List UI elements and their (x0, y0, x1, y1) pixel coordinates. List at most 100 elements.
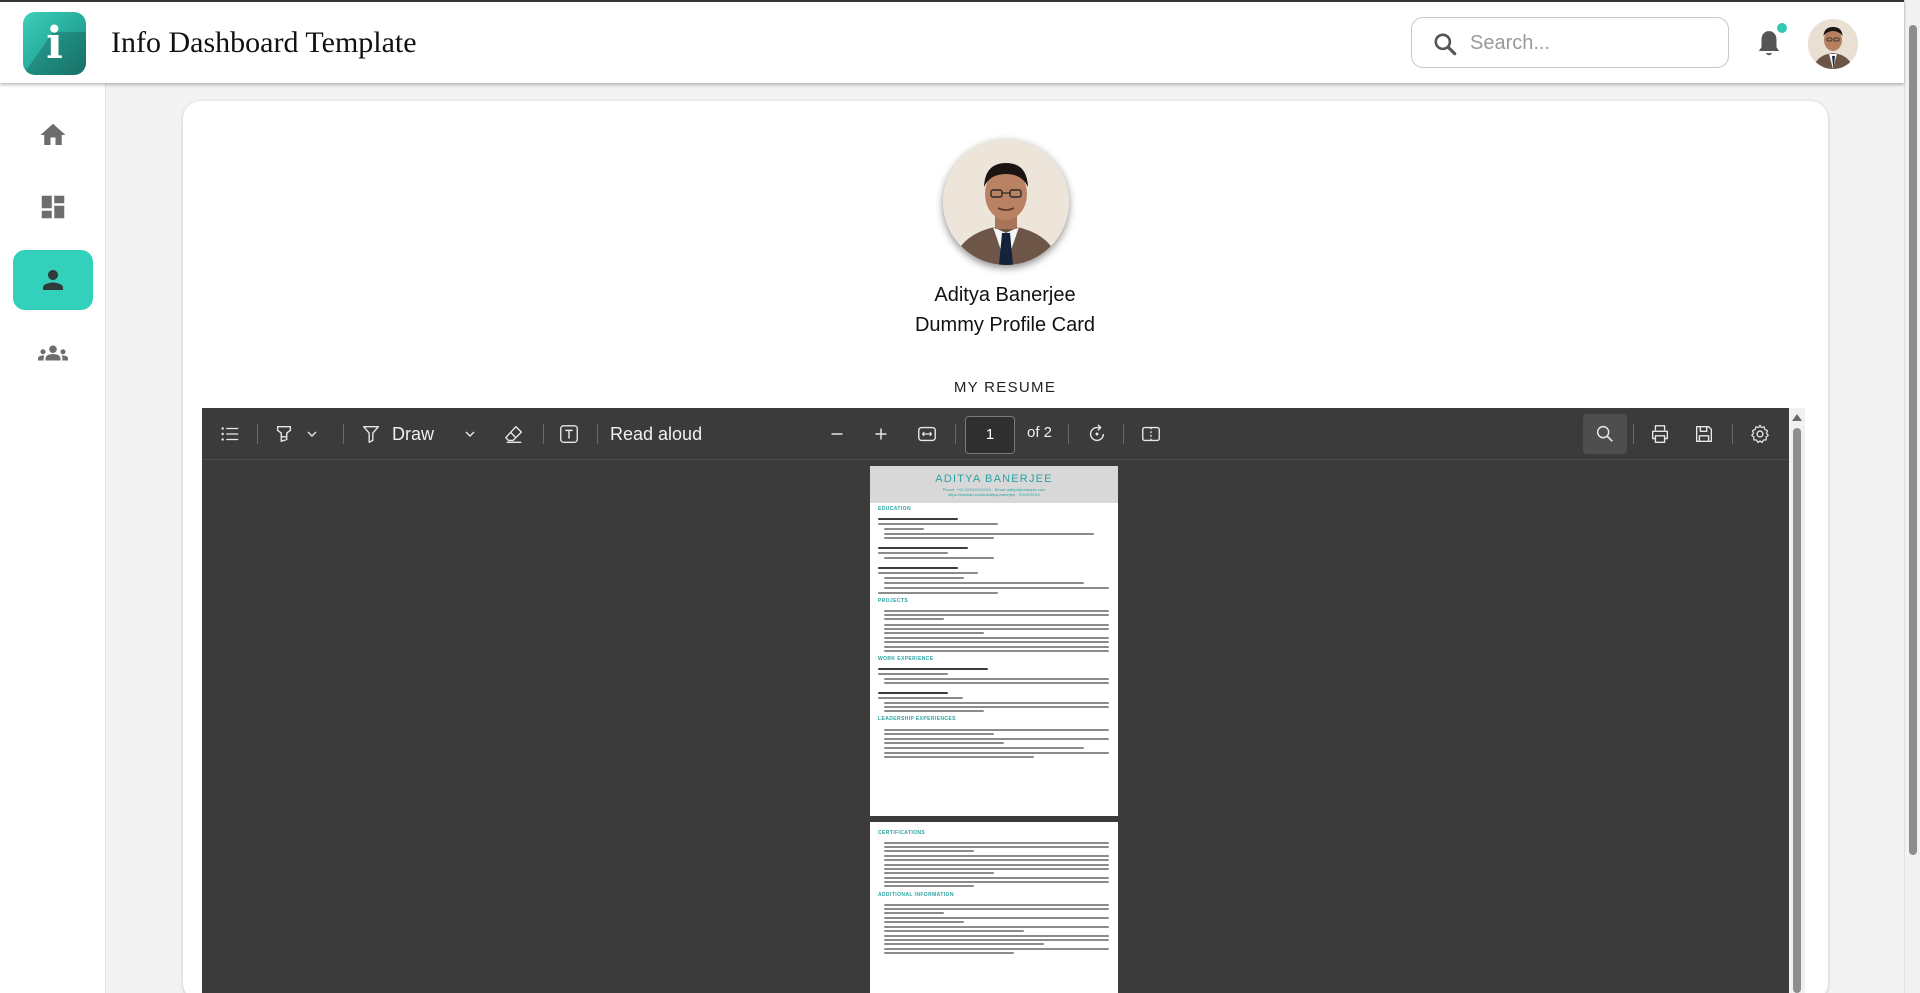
resume-section-title: WORK EXPERIENCE (878, 656, 934, 662)
app-title: Info Dashboard Template (111, 26, 417, 59)
toolbar-separator (1633, 424, 1634, 444)
text-line (878, 673, 948, 675)
text-line (884, 628, 1109, 630)
profile-photo (943, 139, 1069, 265)
text-line (884, 885, 974, 887)
text-line (878, 668, 988, 670)
sidebar (0, 83, 106, 993)
pdf-viewer-scrollbar-thumb[interactable] (1793, 428, 1801, 993)
rotate-button[interactable] (1079, 408, 1115, 460)
erase-button[interactable] (496, 408, 532, 460)
chevron-down-icon (307, 431, 317, 437)
toolbar-separator (955, 424, 956, 444)
resume-section-title: ADDITIONAL INFORMATION (878, 892, 954, 898)
pdf-viewer-scrollbar[interactable] (1789, 408, 1805, 993)
print-button[interactable] (1642, 408, 1678, 460)
zoom-in-button[interactable] (863, 408, 899, 460)
text-line (884, 952, 1014, 954)
home-icon (40, 123, 66, 145)
page-scrollbar[interactable] (1904, 0, 1920, 993)
search-box[interactable] (1411, 17, 1729, 68)
toolbar-separator (543, 424, 544, 444)
settings-button[interactable] (1742, 408, 1778, 460)
text-line (884, 618, 944, 620)
sidebar-item-home[interactable] (13, 105, 93, 165)
highlight-button[interactable] (266, 408, 302, 460)
read-aloud-button[interactable]: Read aloud (606, 408, 716, 460)
text-line (884, 637, 1109, 639)
sidebar-item-dashboard[interactable] (13, 177, 93, 237)
resume-section-title: EDUCATION (878, 506, 911, 512)
notification-bell-icon[interactable] (1756, 29, 1782, 59)
highlighter-icon (276, 425, 292, 443)
chevron-down-icon (465, 431, 475, 437)
text-line (878, 592, 998, 594)
zoom-out-button[interactable] (819, 408, 855, 460)
user-avatar[interactable] (1808, 19, 1858, 69)
highlight-options-dropdown[interactable] (302, 408, 322, 460)
toolbar-separator (597, 424, 598, 444)
scroll-up-arrow-icon[interactable] (1792, 414, 1802, 421)
eraser-icon (505, 425, 523, 443)
contents-button[interactable] (212, 408, 248, 460)
search-input[interactable] (1470, 26, 1710, 60)
sidebar-item-team[interactable] (13, 323, 93, 383)
text-line (884, 904, 1109, 906)
add-text-button[interactable] (551, 408, 587, 460)
profile-photo-image (943, 139, 1069, 265)
group-icon (38, 345, 68, 361)
find-button[interactable] (1583, 414, 1627, 454)
text-line (878, 697, 963, 699)
text-line (884, 706, 1109, 708)
text-line (884, 738, 1109, 740)
fit-to-width-button[interactable] (909, 408, 945, 460)
text-line (884, 926, 1109, 928)
text-line (884, 710, 984, 712)
text-line (884, 930, 1024, 932)
pdf-toolbar: Draw Read aloud 1 of 2 (202, 408, 1789, 460)
text-line (884, 943, 1044, 945)
text-line (884, 624, 1109, 626)
app-logo[interactable]: i (23, 12, 86, 75)
draw-label: Draw (392, 423, 435, 444)
rotate-icon (1089, 424, 1105, 442)
search-icon (1434, 33, 1457, 56)
text-line (884, 912, 944, 914)
toolbar-separator (1123, 424, 1124, 444)
page-number-input[interactable]: 1 (965, 416, 1015, 454)
text-line (884, 650, 1109, 652)
text-line (884, 610, 1109, 612)
text-line (878, 552, 948, 554)
text-line (884, 733, 994, 735)
toolbar-separator (1068, 424, 1069, 444)
profile-subtitle: Dummy Profile Card (914, 314, 1096, 336)
text-line (884, 747, 1084, 749)
resume-name: ADITYA BANERJEE (935, 473, 1053, 485)
text-line (884, 577, 964, 579)
text-line (884, 582, 1084, 584)
text-line (884, 587, 1109, 589)
printer-icon (1651, 425, 1669, 443)
text-line (878, 692, 948, 694)
draw-options-dropdown[interactable] (460, 408, 480, 460)
resume-section-title: CERTIFICATIONS (878, 830, 926, 836)
sidebar-item-profile[interactable] (13, 250, 93, 310)
text-line (884, 868, 1109, 870)
text-line (884, 756, 1034, 758)
save-button[interactable] (1686, 408, 1722, 460)
search-icon (1596, 425, 1613, 442)
draw-button[interactable]: Draw (360, 408, 440, 460)
text-line (884, 641, 1109, 643)
dashboard-icon (41, 195, 65, 219)
toolbar-separator (343, 424, 344, 444)
save-icon (1695, 425, 1713, 443)
text-line (878, 523, 998, 525)
page-scrollbar-thumb[interactable] (1909, 25, 1917, 855)
text-line (884, 752, 1109, 754)
toolbar-separator (1732, 424, 1733, 444)
fit-width-icon (918, 426, 936, 442)
resume-heading: MY RESUME (953, 379, 1057, 396)
page-view-button[interactable] (1133, 408, 1169, 460)
text-line (884, 872, 994, 874)
text-line (878, 567, 958, 569)
